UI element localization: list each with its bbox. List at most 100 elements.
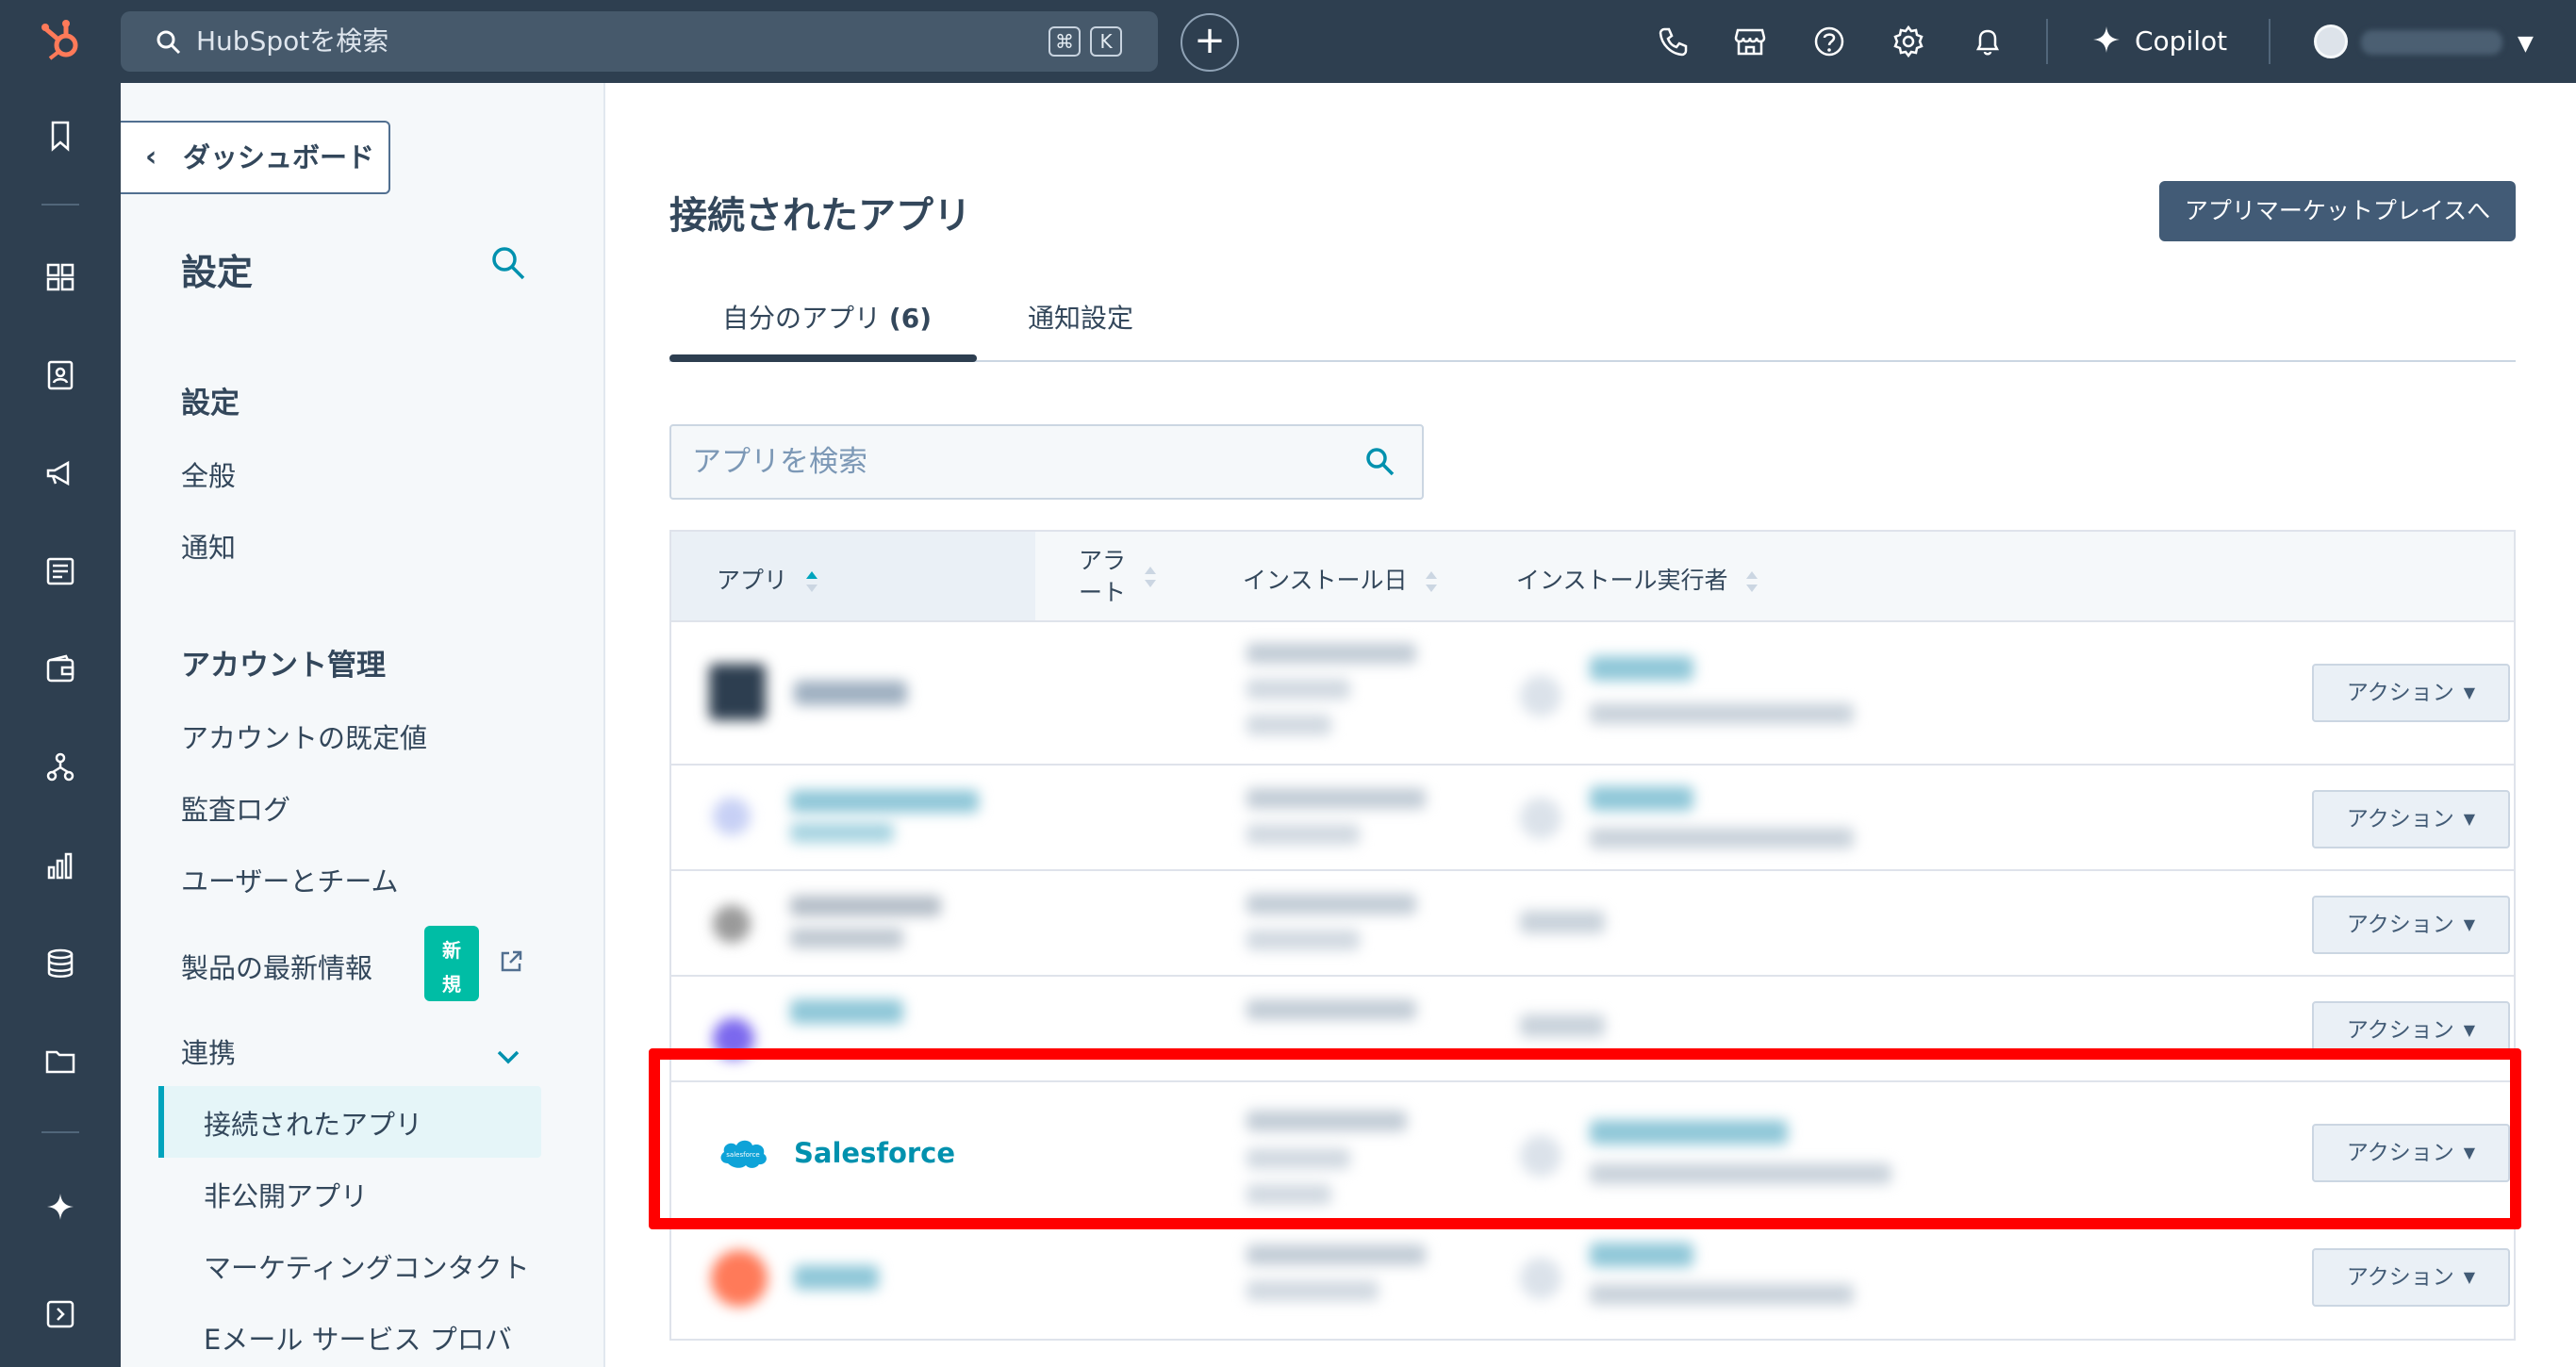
action-label: アクション [2346, 681, 2454, 705]
tab-notification-settings[interactable]: 通知設定 [1028, 298, 1133, 336]
app-logo-redacted [713, 905, 751, 943]
bookmark-icon[interactable] [40, 115, 81, 156]
external-link-icon[interactable] [496, 947, 526, 977]
marketing-icon[interactable] [40, 453, 81, 494]
table-header: アプリ アラ ート インストール日 インストール実行者 [671, 532, 2514, 622]
column-app[interactable]: アプリ [717, 562, 819, 596]
sidebar-item-private-apps[interactable]: 非公開アプリ [204, 1175, 368, 1214]
install-date-redacted [1247, 894, 1416, 914]
notifications-icon[interactable] [1969, 23, 2006, 60]
table-row: アクション ▼ [671, 1226, 2514, 1341]
copilot-button[interactable]: Copilot [2091, 19, 2227, 64]
action-dropdown-button[interactable]: アクション ▼ [2312, 664, 2510, 722]
sort-icon [1426, 571, 1438, 592]
new-badge: 新 規 [424, 926, 479, 1001]
user-avatar[interactable] [2314, 25, 2348, 58]
library-icon[interactable] [40, 1041, 81, 1082]
copilot-icon[interactable] [40, 1186, 81, 1227]
app-search-placeholder: アプリを検索 [692, 445, 867, 479]
create-new-button[interactable]: + [1181, 13, 1239, 72]
phone-icon[interactable] [1654, 23, 1692, 60]
global-search-input[interactable]: HubSpotを検索 ⌘ K [121, 11, 1158, 72]
app-name-redacted [790, 928, 903, 948]
action-dropdown-button[interactable]: アクション ▼ [2312, 790, 2510, 848]
app-logo-redacted [709, 664, 766, 720]
back-to-dashboard-button[interactable]: ‹ ダッシュボード [121, 121, 390, 194]
install-date-redacted [1247, 1280, 1379, 1301]
sidebar-item-account-defaults[interactable]: アカウントの既定値 [181, 716, 427, 756]
data-icon[interactable] [40, 943, 81, 984]
tab-my-apps[interactable]: 自分のアプリ (6) [722, 298, 932, 336]
reporting-icon[interactable] [40, 845, 81, 886]
contacts-icon[interactable] [40, 354, 81, 396]
app-name-redacted [790, 896, 941, 916]
caret-down-icon: ▼ [2463, 915, 2476, 933]
app-logo-redacted [711, 1250, 768, 1307]
sidebar-item-general[interactable]: 全般 [181, 454, 236, 494]
installer-email-redacted [1590, 703, 1854, 724]
topbar-divider [2046, 19, 2048, 64]
search-icon [157, 30, 181, 55]
top-navigation-bar: HubSpotを検索 ⌘ K + Copilot ▼ [0, 0, 2576, 83]
expand-icon[interactable] [40, 1293, 81, 1335]
column-app-label: アプリ [717, 567, 788, 594]
search-placeholder: HubSpotを検索 [196, 25, 389, 57]
user-name-redacted[interactable] [2361, 30, 2502, 55]
help-icon[interactable] [1810, 23, 1848, 60]
automation-icon[interactable] [40, 747, 81, 788]
installer-redacted [1520, 911, 1605, 933]
settings-icon[interactable] [1890, 23, 1927, 60]
sidebar-item-connected-apps[interactable]: 接続されたアプリ [204, 1103, 422, 1143]
app-name-redacted [790, 999, 903, 1024]
page-title: 接続されたアプリ [669, 194, 971, 238]
column-alerts[interactable]: アラ ート [1079, 545, 1158, 609]
app-marketplace-button[interactable]: アプリマーケットプレイスへ [2159, 181, 2516, 241]
action-label: アクション [2346, 913, 2454, 937]
settings-search-icon[interactable] [488, 243, 528, 283]
install-date-redacted [1247, 715, 1331, 735]
hubspot-logo-icon[interactable] [38, 17, 87, 66]
commerce-icon[interactable] [40, 649, 81, 690]
install-date-redacted [1247, 930, 1360, 950]
content-icon[interactable] [40, 551, 81, 592]
sidebar-item-product-updates[interactable]: 製品の最新情報 [181, 947, 372, 986]
caret-down-icon: ▼ [2463, 1268, 2476, 1286]
action-dropdown-button[interactable]: アクション ▼ [2312, 896, 2510, 954]
sidebar-item-marketing-contacts[interactable]: マーケティングコンタクト [204, 1246, 530, 1286]
sidebar-item-audit-log[interactable]: 監査ログ [181, 788, 290, 828]
tab-my-apps-label: 自分のアプリ [722, 303, 882, 334]
account-menu-chevron-icon[interactable]: ▼ [2518, 32, 2534, 56]
action-label: アクション [2346, 807, 2454, 832]
copilot-sparkle-icon [2093, 26, 2120, 53]
action-dropdown-button[interactable]: アクション ▼ [2312, 1248, 2510, 1307]
tab-my-apps-count: (6) [888, 303, 932, 334]
active-item-indicator [158, 1086, 164, 1158]
app-search-input[interactable]: アプリを検索 [669, 424, 1424, 500]
settings-sidebar: ‹ ダッシュボード 設定 設定 全般 通知 アカウント管理 アカウントの既定値 … [121, 83, 605, 1367]
app-name-redacted [790, 790, 979, 813]
app-name-redacted [794, 1265, 879, 1290]
sidebar-item-email-provider[interactable]: Eメール サービス プロバ [204, 1318, 512, 1358]
highlight-box [649, 1048, 2521, 1229]
column-install-date[interactable]: インストール日 [1243, 562, 1439, 596]
marketplace-icon[interactable] [1731, 23, 1769, 60]
column-install-date-label: インストール日 [1243, 567, 1408, 594]
shortcut-k-key: K [1090, 26, 1122, 57]
action-label: アクション [2346, 1018, 2454, 1043]
copilot-label: Copilot [2135, 25, 2228, 57]
chevron-down-icon[interactable] [492, 1041, 524, 1073]
app-name-redacted [790, 822, 894, 843]
installer-email-redacted [1590, 1284, 1854, 1305]
shortcut-cmd-key: ⌘ [1049, 26, 1081, 57]
installer-avatar-redacted [1520, 798, 1561, 839]
left-navigation-rail [0, 83, 121, 1367]
sidebar-item-users-teams[interactable]: ユーザーとチーム [181, 860, 399, 899]
sidebar-item-notifications[interactable]: 通知 [181, 526, 236, 566]
new-badge-line-1: 新 [442, 939, 461, 962]
sidebar-item-integrations[interactable]: 連携 [181, 1031, 236, 1071]
install-date-redacted [1247, 1244, 1426, 1265]
workspaces-icon[interactable] [40, 256, 81, 298]
back-label: ダッシュボード [183, 141, 375, 173]
column-installer[interactable]: インストール実行者 [1516, 562, 1759, 596]
section-settings-heading: 設定 [181, 387, 239, 420]
